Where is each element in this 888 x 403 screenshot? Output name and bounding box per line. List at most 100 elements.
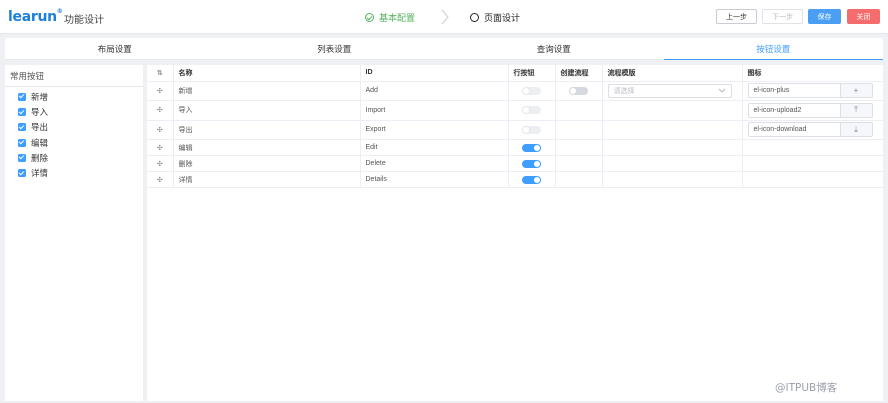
sidebar-title: 常用按钮 (5, 65, 143, 87)
drag-handle-icon[interactable]: ✣ (147, 155, 174, 172)
row-id: Export (360, 120, 509, 140)
table-row: ✣ 导出 Export el-icon-download ⤓ (147, 120, 884, 140)
flow-template-cell (602, 120, 743, 140)
close-button[interactable]: 关闭 (847, 9, 880, 24)
row-name: 详情 (173, 171, 361, 188)
create-flow-cell (555, 171, 603, 188)
sidebar-item-export[interactable]: 导出 (5, 120, 143, 135)
chevron-right-icon (441, 9, 449, 25)
row-button-switch[interactable] (522, 159, 541, 168)
settings-tabs: 布局设置 列表设置 查询设置 按钮设置 (5, 38, 883, 60)
sidebar-item-label: 导出 (31, 122, 49, 133)
flow-template-cell (602, 171, 743, 188)
row-id: Edit (360, 139, 509, 156)
table-row: ✣ 编辑 Edit (147, 139, 884, 156)
column-header-id: ID (360, 65, 509, 82)
watermark: @ITPUB博客 (775, 382, 838, 394)
column-header-icon: 图标 (742, 65, 884, 82)
drag-handle-icon[interactable]: ✣ (147, 120, 174, 140)
column-header-row-button: 行按钮 (508, 65, 556, 82)
column-header-flow-template: 流程模版 (602, 65, 743, 82)
step-label: 基本配置 (379, 13, 416, 23)
flow-template-cell (602, 100, 743, 121)
checkbox-checked-icon[interactable] (18, 123, 26, 132)
sidebar-item-label: 导入 (31, 106, 49, 117)
create-flow-cell (555, 100, 603, 121)
icon-input[interactable]: el-icon-upload2 ⤒ (747, 102, 873, 118)
logo-text: learun (8, 9, 57, 25)
upload-icon[interactable]: ⤒ (839, 103, 872, 117)
table-row: ✣ 导入 Import el-icon-upload2 ⤒ (147, 100, 884, 121)
download-icon[interactable]: ⤓ (839, 123, 872, 137)
row-name: 导出 (173, 120, 361, 140)
icon-input-value: el-icon-download (753, 126, 807, 134)
column-header-name: 名称 (173, 65, 361, 82)
flow-template-select[interactable]: 请选择 (607, 83, 732, 98)
row-id: Delete (360, 155, 509, 172)
icon-cell (742, 155, 884, 172)
create-flow-switch[interactable] (569, 86, 588, 95)
flow-template-cell (602, 155, 743, 172)
create-flow-cell (555, 155, 603, 172)
circle-icon (470, 13, 479, 22)
checkbox-checked-icon[interactable] (18, 169, 26, 178)
check-circle-icon (365, 13, 374, 22)
create-flow-cell (555, 120, 603, 140)
checkbox-checked-icon[interactable] (18, 92, 26, 101)
step-basic-config[interactable]: 基本配置 (365, 11, 415, 24)
checkbox-checked-icon[interactable] (18, 138, 26, 147)
select-placeholder: 请选择 (613, 87, 635, 95)
icon-cell (742, 139, 884, 156)
step-page-design[interactable]: 页面设计 (470, 11, 520, 24)
icon-input[interactable]: el-icon-plus + (747, 83, 873, 99)
tab-layout-settings[interactable]: 布局设置 (5, 38, 225, 59)
tab-button-settings[interactable]: 按钮设置 (663, 38, 884, 60)
save-button[interactable]: 保存 (808, 9, 841, 24)
sidebar-item-label: 编辑 (31, 137, 49, 148)
create-flow-cell (555, 139, 603, 156)
prev-step-button[interactable]: 上一步 (716, 9, 757, 24)
logo-mark: ® (56, 8, 63, 15)
sidebar-item-label: 详情 (31, 168, 49, 179)
checkbox-checked-icon[interactable] (18, 107, 26, 116)
row-button-switch[interactable] (522, 86, 541, 95)
next-step-button[interactable]: 下一步 (762, 9, 803, 24)
drag-handle-icon[interactable]: ✣ (147, 100, 174, 121)
button-settings-table: ⇅ 名称 ID 行按钮 创建流程 流程模版 图标 ✣ 新增 Add 请选择 el… (147, 65, 884, 188)
drag-handle-icon[interactable]: ✣ (147, 81, 174, 101)
table-row: ✣ 新增 Add 请选择 el-icon-plus + (147, 81, 884, 101)
sidebar-item-label: 删除 (31, 152, 49, 163)
row-button-switch[interactable] (522, 175, 541, 184)
icon-cell (742, 171, 884, 188)
row-id: Import (360, 100, 509, 121)
row-name: 编辑 (173, 139, 361, 156)
sidebar-item-add[interactable]: 新增 (5, 89, 143, 104)
sidebar-item-delete[interactable]: 删除 (5, 150, 143, 165)
drag-handle-icon[interactable]: ✣ (147, 139, 174, 156)
icon-input-value: el-icon-upload2 (753, 106, 802, 114)
row-button-switch[interactable] (522, 143, 541, 152)
icon-input-value: el-icon-plus (753, 87, 790, 95)
sidebar-item-details[interactable]: 详情 (5, 165, 143, 180)
checkbox-checked-icon[interactable] (18, 153, 26, 162)
sidebar-item-edit[interactable]: 编辑 (5, 135, 143, 150)
row-id: Details (360, 171, 509, 188)
sort-icon[interactable]: ⇅ (147, 65, 174, 82)
icon-input[interactable]: el-icon-download ⤓ (747, 122, 873, 138)
chevron-down-icon (718, 88, 725, 93)
row-button-switch[interactable] (522, 125, 541, 134)
row-id: Add (360, 81, 509, 101)
sidebar-item-import[interactable]: 导入 (5, 104, 143, 119)
logo: learun® (8, 8, 63, 25)
tab-list-settings[interactable]: 列表设置 (225, 38, 445, 59)
button-settings-table-panel: ⇅ 名称 ID 行按钮 创建流程 流程模版 图标 ✣ 新增 Add 请选择 el… (147, 65, 884, 401)
column-header-create-flow: 创建流程 (555, 65, 603, 82)
table-row: ✣ 详情 Details (147, 171, 884, 188)
row-button-switch[interactable] (522, 106, 541, 115)
plus-icon[interactable]: + (839, 84, 872, 98)
tab-query-settings[interactable]: 查询设置 (444, 38, 664, 59)
row-name: 删除 (173, 155, 361, 172)
drag-handle-icon[interactable]: ✣ (147, 171, 174, 188)
row-name: 新增 (173, 81, 361, 101)
common-buttons-panel: 常用按钮 新增 导入 导出 编辑 删除 详情 (5, 65, 143, 401)
